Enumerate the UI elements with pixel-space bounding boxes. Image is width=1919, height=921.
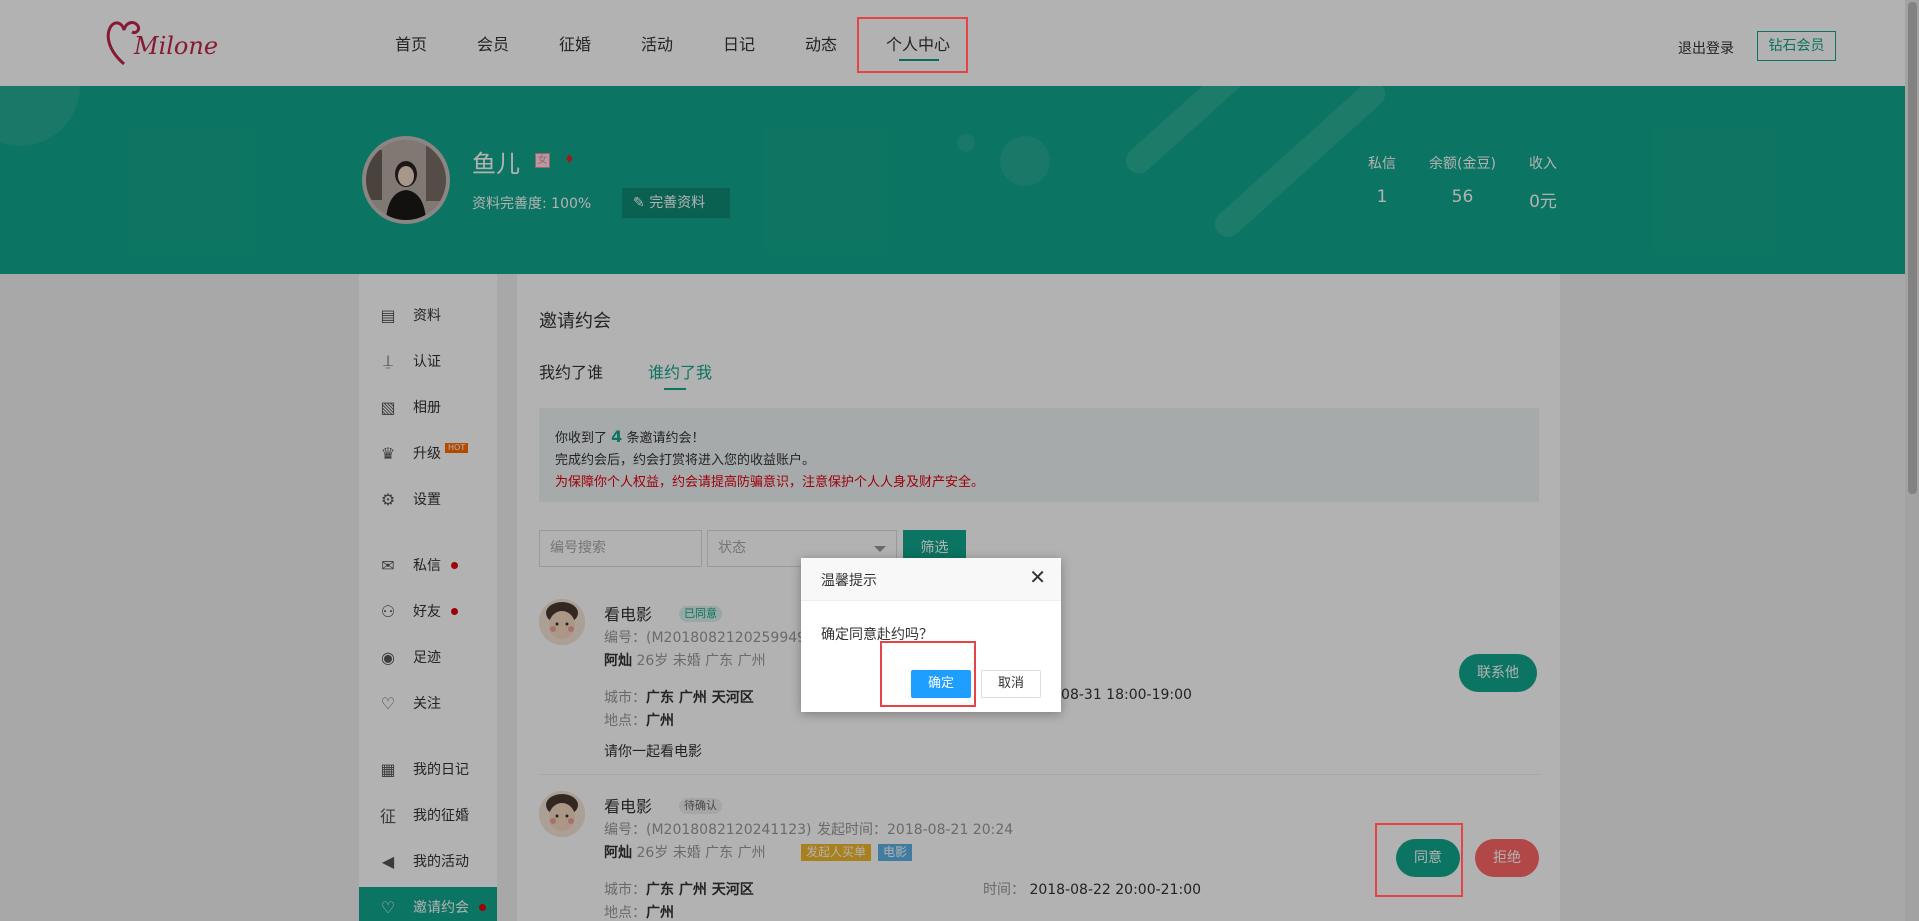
dialog-header: 温馨提示 ✕ [801,558,1061,601]
dialog-title: 温馨提示 [821,573,877,589]
highlight-box-confirm [880,641,976,707]
cancel-button[interactable]: 取消 [981,670,1041,698]
highlight-box-agree [1375,823,1463,897]
close-icon[interactable]: ✕ [1029,567,1046,587]
modal-overlay [0,0,1919,921]
highlight-box-nav [857,17,968,73]
